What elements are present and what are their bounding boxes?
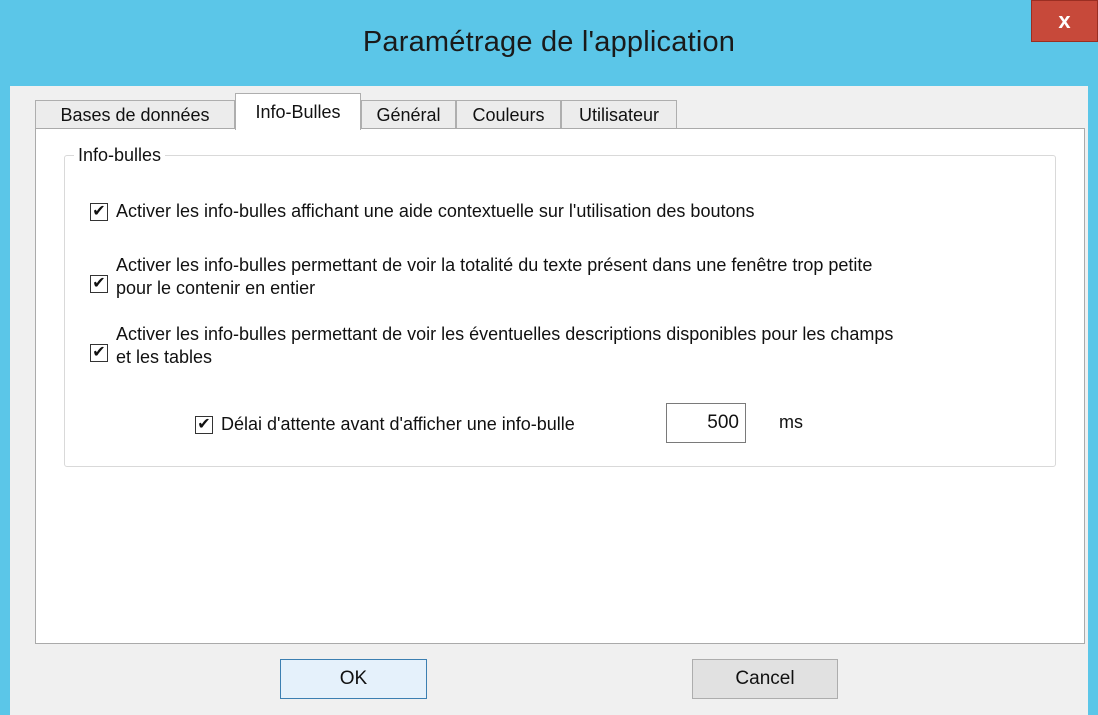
check-icon: ✔ (197, 416, 211, 433)
option-descriptions-line1: Activer les info-bulles permettant de vo… (116, 324, 894, 344)
option-full-text-line1: Activer les info-bulles permettant de vo… (116, 255, 873, 275)
close-icon: x (1058, 8, 1071, 33)
option-descriptions-line2: et les tables (116, 347, 213, 367)
delay-unit: ms (779, 412, 803, 432)
tab-info-bulles[interactable]: Info-Bulles (235, 93, 361, 130)
tab-bases-de-donnees[interactable]: Bases de données (35, 100, 235, 129)
ok-button[interactable]: OK (280, 659, 427, 699)
groupbox-legend: Info-bulles (74, 145, 166, 166)
check-icon: ✔ (92, 275, 106, 292)
delay-checkbox[interactable]: ✔ (195, 416, 213, 434)
option-descriptions-checkbox[interactable]: ✔ (90, 344, 108, 362)
dialog-window: Paramétrage de l'application x Bases de … (0, 0, 1098, 715)
option-full-text-checkbox[interactable]: ✔ (90, 275, 108, 293)
tab-couleurs[interactable]: Couleurs (456, 100, 561, 129)
check-icon: ✔ (92, 344, 106, 361)
option-full-text-line2: pour le contenir en entier (116, 278, 316, 298)
option-descriptions-label: Activer les info-bulles permettant de vo… (116, 323, 893, 369)
option-context-help-checkbox[interactable]: ✔ (90, 203, 108, 221)
check-icon: ✔ (92, 203, 106, 220)
close-button[interactable]: x (1031, 0, 1098, 42)
option-context-help-label: Activer les info-bulles affichant une ai… (116, 201, 755, 221)
delay-input[interactable] (666, 403, 746, 443)
option-full-text-label: Activer les info-bulles permettant de vo… (116, 254, 872, 300)
tab-utilisateur[interactable]: Utilisateur (561, 100, 677, 129)
tab-panel-info-bulles: Info-bulles ✔ Activer les info-bulles af… (35, 128, 1085, 644)
window-title: Paramétrage de l'application (362, 26, 736, 58)
tab-general[interactable]: Général (361, 100, 456, 129)
title-bar[interactable]: Paramétrage de l'application x (0, 0, 1098, 86)
delay-label: Délai d'attente avant d'afficher une inf… (221, 414, 575, 434)
cancel-button[interactable]: Cancel (692, 659, 838, 699)
dialog-client-area: Bases de données Info-Bulles Général Cou… (10, 86, 1088, 715)
